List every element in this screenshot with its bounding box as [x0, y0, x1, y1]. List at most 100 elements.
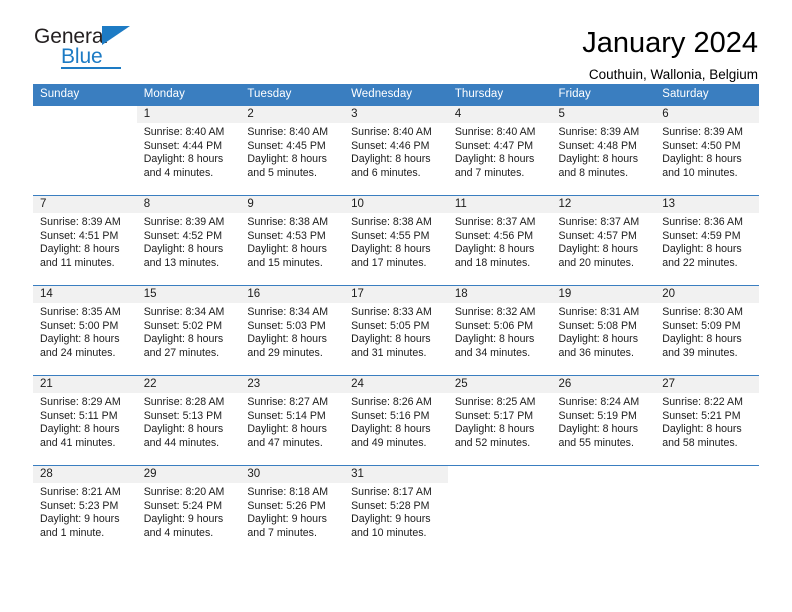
sunset-text: Sunset: 4:53 PM — [247, 229, 326, 242]
calendar-day-cell[interactable]: 22 Sunrise: 8:28 AM Sunset: 5:13 PM Dayligh… — [136, 375, 241, 466]
calendar-day-cell[interactable]: 24 Sunrise: 8:26 AM Sunset: 5:16 PM Dayligh… — [344, 375, 448, 466]
daylight-text-line2: and 36 minutes. — [558, 346, 634, 359]
sunrise-text: Sunrise: 8:37 AM — [454, 216, 536, 228]
calendar-day-cell[interactable]: 15 Sunrise: 8:34 AM Sunset: 5:02 PM Dayligh… — [136, 285, 241, 376]
day-details: Sunrise: 8:31 AM Sunset: 5:08 PM Daylight:… — [552, 303, 656, 360]
calendar-day-cell[interactable]: 26 Sunrise: 8:24 AM Sunset: 5:19 PM Dayligh… — [551, 375, 656, 466]
daylight-text-line1: Daylight: 8 hours — [40, 243, 120, 256]
daylight-text-line2: and 11 minutes. — [40, 256, 115, 269]
day-number: 12 — [551, 196, 656, 213]
sunset-text: Sunset: 5:17 PM — [454, 409, 534, 422]
calendar-week-row: 21 Sunrise: 8:29 AM Sunset: 5:11 PM Dayligh… — [33, 375, 759, 466]
sunrise-text: Sunrise: 8:39 AM — [558, 126, 640, 138]
day-details: Sunrise: 8:29 AM Sunset: 5:11 PM Daylight:… — [33, 393, 137, 450]
day-number: 31 — [344, 466, 448, 483]
calendar-day-cell[interactable]: 4 Sunrise: 8:40 AM Sunset: 4:47 PM Daylight… — [447, 105, 552, 196]
day-details: Sunrise: 8:17 AM Sunset: 5:28 PM Daylight:… — [344, 483, 448, 540]
sunset-text: Sunset: 4:57 PM — [558, 229, 637, 242]
daylight-text-line2: and 1 minute. — [40, 526, 105, 539]
day-details: Sunrise: 8:37 AM Sunset: 4:56 PM Daylight:… — [448, 213, 552, 270]
day-details: Sunrise: 8:39 AM Sunset: 4:50 PM Daylight:… — [655, 123, 759, 180]
calendar-day-cell[interactable]: 17 Sunrise: 8:33 AM Sunset: 5:05 PM Dayligh… — [344, 285, 448, 376]
calendar-day-cell[interactable]: 7 Sunrise: 8:39 AM Sunset: 4:51 PM Daylight… — [33, 195, 137, 286]
weekday-header-wednesday: Wednesday — [344, 84, 448, 106]
calendar-week-row: 7 Sunrise: 8:39 AM Sunset: 4:51 PM Daylight… — [33, 195, 759, 286]
sunrise-text: Sunrise: 8:36 AM — [662, 216, 743, 228]
sunrise-text: Sunrise: 8:17 AM — [351, 486, 432, 498]
calendar-day-cell[interactable]: 13 Sunrise: 8:36 AM Sunset: 4:59 PM Dayligh… — [655, 195, 759, 286]
daylight-text-line1: Daylight: 9 hours — [143, 513, 224, 526]
calendar-day-cell[interactable]: 9 Sunrise: 8:38 AM Sunset: 4:53 PM Daylight… — [240, 195, 345, 286]
daylight-text-line1: Daylight: 8 hours — [247, 423, 327, 436]
weekday-header-monday: Monday — [136, 84, 241, 106]
sunset-text: Sunset: 5:02 PM — [143, 319, 223, 332]
day-details: Sunrise: 8:30 AM Sunset: 5:09 PM Daylight:… — [655, 303, 759, 360]
daylight-text-line1: Daylight: 8 hours — [454, 153, 535, 166]
calendar-day-cell[interactable]: 29 Sunrise: 8:20 AM Sunset: 5:24 PM Dayligh… — [136, 465, 241, 556]
sunrise-text: Sunrise: 8:35 AM — [40, 306, 121, 318]
daylight-text-line2: and 44 minutes. — [143, 436, 220, 449]
daylight-text-line1: Daylight: 8 hours — [143, 333, 224, 346]
daylight-text-line1: Daylight: 8 hours — [662, 333, 742, 346]
day-number: 8 — [136, 196, 241, 213]
daylight-text-line2: and 49 minutes. — [351, 436, 427, 449]
sunset-text: Sunset: 5:19 PM — [558, 409, 637, 422]
daylight-text-line1: Daylight: 8 hours — [40, 333, 120, 346]
day-number: 20 — [655, 286, 759, 303]
calendar-day-cell[interactable]: 19 Sunrise: 8:31 AM Sunset: 5:08 PM Dayligh… — [551, 285, 656, 376]
sunset-text: Sunset: 5:14 PM — [247, 409, 326, 422]
sunset-text: Sunset: 4:56 PM — [454, 229, 534, 242]
sunset-text: Sunset: 5:06 PM — [454, 319, 534, 332]
day-number: 9 — [240, 196, 345, 213]
sunset-text: Sunset: 4:50 PM — [662, 139, 741, 152]
calendar-day-cell-empty — [655, 465, 759, 556]
sunrise-text: Sunrise: 8:18 AM — [247, 486, 329, 498]
calendar-day-cell[interactable]: 10 Sunrise: 8:38 AM Sunset: 4:55 PM Dayligh… — [344, 195, 448, 286]
calendar-day-cell[interactable]: 20 Sunrise: 8:30 AM Sunset: 5:09 PM Dayligh… — [655, 285, 759, 376]
day-number: 11 — [447, 196, 552, 213]
calendar-day-cell[interactable]: 8 Sunrise: 8:39 AM Sunset: 4:52 PM Daylight… — [136, 195, 241, 286]
day-details: Sunrise: 8:40 AM Sunset: 4:44 PM Daylight:… — [137, 123, 241, 180]
calendar-day-cell[interactable]: 6 Sunrise: 8:39 AM Sunset: 4:50 PM Daylight… — [655, 105, 759, 196]
logo-text-blue: Blue — [61, 45, 103, 68]
sunrise-text: Sunrise: 8:34 AM — [143, 306, 225, 318]
day-number: 4 — [447, 106, 552, 123]
sunrise-text: Sunrise: 8:40 AM — [454, 126, 536, 138]
calendar-day-cell[interactable]: 2 Sunrise: 8:40 AM Sunset: 4:45 PM Daylight… — [240, 105, 345, 196]
calendar-day-cell[interactable]: 12 Sunrise: 8:37 AM Sunset: 4:57 PM Dayligh… — [551, 195, 656, 286]
calendar-body: 1 Sunrise: 8:40 AM Sunset: 4:44 PM Daylight… — [33, 105, 759, 556]
calendar-day-cell[interactable]: 11 Sunrise: 8:37 AM Sunset: 4:56 PM Dayligh… — [447, 195, 552, 286]
calendar-day-cell[interactable]: 30 Sunrise: 8:18 AM Sunset: 5:26 PM Dayligh… — [240, 465, 345, 556]
calendar-day-cell[interactable]: 14 Sunrise: 8:35 AM Sunset: 5:00 PM Dayligh… — [33, 285, 137, 376]
daylight-text-line2: and 27 minutes. — [143, 346, 220, 359]
sunrise-text: Sunrise: 8:38 AM — [247, 216, 329, 228]
day-number — [551, 466, 656, 483]
daylight-text-line1: Daylight: 8 hours — [351, 333, 431, 346]
calendar-day-cell[interactable]: 5 Sunrise: 8:39 AM Sunset: 4:48 PM Daylight… — [551, 105, 656, 196]
calendar-day-cell[interactable]: 21 Sunrise: 8:29 AM Sunset: 5:11 PM Dayligh… — [33, 375, 137, 466]
day-number: 13 — [655, 196, 759, 213]
calendar-day-cell-empty — [447, 465, 552, 556]
sunrise-text: Sunrise: 8:28 AM — [143, 396, 225, 408]
sunrise-text: Sunrise: 8:25 AM — [454, 396, 536, 408]
day-details: Sunrise: 8:35 AM Sunset: 5:00 PM Daylight:… — [33, 303, 137, 360]
day-details: Sunrise: 8:39 AM Sunset: 4:48 PM Daylight:… — [552, 123, 656, 180]
calendar-day-cell[interactable]: 18 Sunrise: 8:32 AM Sunset: 5:06 PM Dayligh… — [447, 285, 552, 376]
day-number: 10 — [344, 196, 448, 213]
calendar-day-cell[interactable]: 3 Sunrise: 8:40 AM Sunset: 4:46 PM Daylight… — [344, 105, 448, 196]
daylight-text-line2: and 17 minutes. — [351, 256, 427, 269]
daylight-text-line1: Daylight: 9 hours — [40, 513, 120, 526]
calendar-day-cell[interactable]: 31 Sunrise: 8:17 AM Sunset: 5:28 PM Dayligh… — [344, 465, 448, 556]
calendar-day-cell[interactable]: 28 Sunrise: 8:21 AM Sunset: 5:23 PM Dayligh… — [33, 465, 137, 556]
day-number: 29 — [136, 466, 241, 483]
day-number: 22 — [136, 376, 241, 393]
sunrise-text: Sunrise: 8:38 AM — [351, 216, 432, 228]
calendar-day-cell[interactable]: 16 Sunrise: 8:34 AM Sunset: 5:03 PM Dayligh… — [240, 285, 345, 376]
calendar-day-cell[interactable]: 25 Sunrise: 8:25 AM Sunset: 5:17 PM Dayligh… — [447, 375, 552, 466]
daylight-text-line1: Daylight: 8 hours — [662, 243, 742, 256]
daylight-text-line2: and 5 minutes. — [247, 166, 317, 179]
calendar-day-cell[interactable]: 23 Sunrise: 8:27 AM Sunset: 5:14 PM Dayligh… — [240, 375, 345, 466]
sunset-text: Sunset: 5:16 PM — [351, 409, 430, 422]
calendar-day-cell[interactable]: 27 Sunrise: 8:22 AM Sunset: 5:21 PM Dayligh… — [655, 375, 759, 466]
calendar-day-cell[interactable]: 1 Sunrise: 8:40 AM Sunset: 4:44 PM Daylight… — [136, 105, 241, 196]
